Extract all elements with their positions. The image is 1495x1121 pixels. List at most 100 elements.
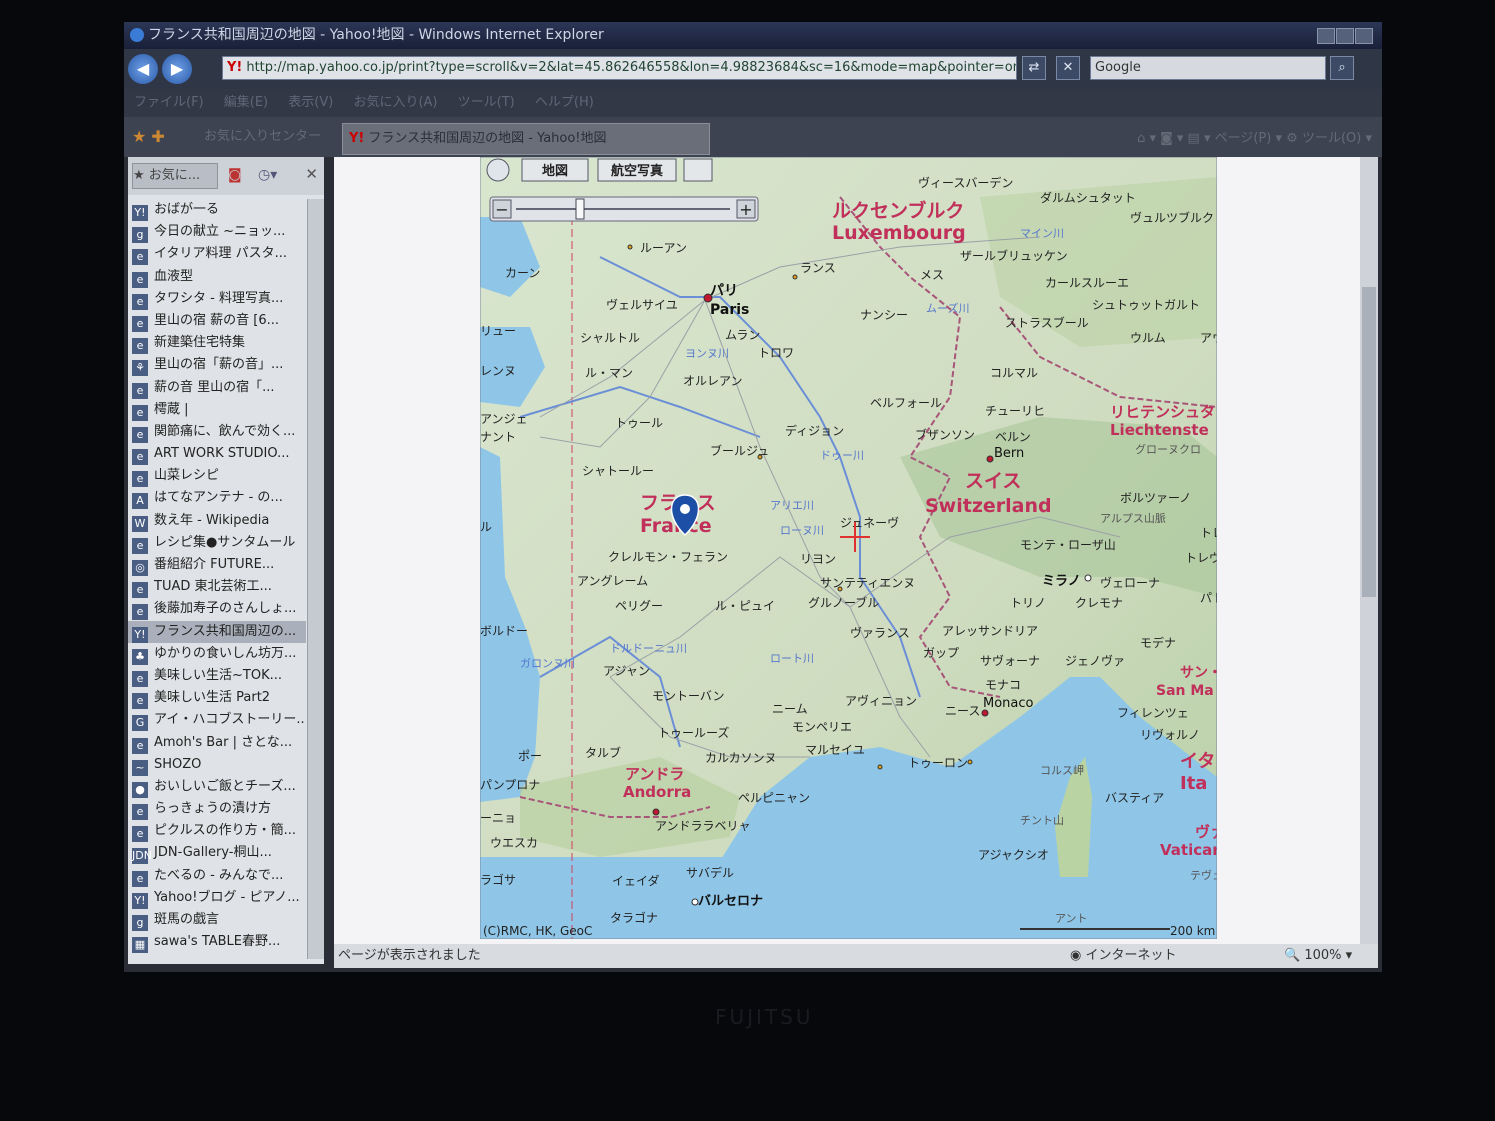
favorites-sidebar: ★ お気に... ◙ ◷▾ ✕ Y! おばが一る g 今日の献立 ~ニョッ... e イタ… [128, 157, 324, 964]
search-input[interactable]: Google [1090, 56, 1326, 80]
sidebar-title: お気に... [148, 168, 201, 183]
favorite-icon: Y! [132, 892, 148, 909]
favorite-item[interactable]: Y! Yahoo!ブログ - ピアノ... [128, 887, 306, 909]
search-icon[interactable]: ⌕ [1330, 56, 1354, 80]
favorite-item[interactable]: ♣ ゆかりの食いしん坊万... [128, 643, 306, 665]
ie-icon [130, 28, 144, 42]
favorite-item[interactable]: e 薪の音 里山の宿「... [128, 377, 306, 399]
map-label: Paris [710, 302, 749, 318]
favorite-item[interactable]: ● おいしいご飯とチーズ... [128, 776, 306, 798]
close-icon[interactable]: ✕ [305, 165, 318, 183]
feeds-icon[interactable]: ◙ [228, 167, 242, 183]
favorite-item[interactable]: Y! フランス共和国周辺の... [128, 620, 306, 643]
favorite-icon: e [132, 293, 148, 310]
favorite-item[interactable]: e イタリア料理 パスタ... [128, 243, 306, 266]
favorite-item[interactable]: e 山菜レシピ [128, 465, 306, 488]
map-label: Liechtenste [1110, 421, 1209, 439]
favorite-item[interactable]: e らっきょうの漬け方 [128, 798, 306, 821]
favorite-item[interactable]: e 関節痛に、飲んで効く... [128, 421, 306, 443]
favorite-item[interactable]: g 斑馬の戯言 [128, 909, 306, 931]
menu-help[interactable]: ヘルプ(H) [535, 95, 594, 110]
map-view[interactable]: ヴィースバーデンダルムシュタットヴュルツブルク ルクセンブルクLuxembourg… [480, 157, 1217, 939]
maximize-button[interactable] [1336, 28, 1354, 44]
map-label: ローヌ川 [780, 524, 824, 537]
favorite-item[interactable]: e 新建築住宅特集 [128, 332, 306, 355]
map-label: (C)RMC, HK, GeoC [483, 924, 592, 938]
favorites-dropdown[interactable]: ★ お気に... [132, 163, 218, 189]
favorite-item[interactable]: e たべるの - みんなで... [128, 865, 306, 887]
map-label: トレ [1200, 526, 1217, 540]
favorite-item[interactable]: e ピクルスの作り方・簡... [128, 820, 306, 843]
scroll-thumb[interactable] [1362, 287, 1376, 597]
favorite-item[interactable]: e 血液型 [128, 266, 306, 288]
favorite-label: 山菜レシピ [154, 468, 220, 484]
map-label: サヴォーナ [980, 653, 1040, 668]
globe-icon: ◉ インターネット [1070, 948, 1177, 963]
favorite-item[interactable]: e ART WORK STUDIO... [128, 443, 306, 466]
window-title: フランス共和国周辺の地図 - Yahoo!地図 - Windows Intern… [148, 27, 604, 43]
favorite-item[interactable]: G アイ・ハコブストーリー... [128, 709, 306, 732]
favorite-item[interactable]: W 数え年 - Wikipedia [128, 510, 306, 532]
map-label: スイス [965, 470, 1021, 492]
favorite-item[interactable]: e 後藤加寿子のさんしょ... [128, 598, 306, 621]
pan-control[interactable] [486, 158, 510, 182]
map-label: Monaco [983, 696, 1034, 711]
favorite-icon: e [132, 404, 148, 421]
refresh-button[interactable]: ⇄ [1022, 56, 1046, 80]
map-label: サン・ [1180, 665, 1217, 681]
address-input[interactable]: Y! http://map.yahoo.co.jp/print?type=scro… [222, 56, 1017, 80]
menu-file[interactable]: ファイル(F) [134, 95, 204, 110]
close-button[interactable] [1355, 28, 1373, 44]
favorite-item[interactable]: e 里山の宿 薪の音 [6... [128, 310, 306, 332]
menu-view[interactable]: 表示(V) [288, 95, 333, 110]
zoom-control[interactable]: 🔍 100% ▾ [1284, 944, 1352, 968]
history-icon[interactable]: ◷▾ [258, 167, 277, 183]
favorite-label: TUAD 東北芸術工... [154, 579, 272, 595]
map-label: モンペリエ [792, 720, 852, 734]
favorite-item[interactable]: e 樗蔵 | [128, 399, 306, 421]
favorite-item[interactable]: e 美味しい生活 Part2 [128, 687, 306, 710]
favorite-item[interactable]: A はてなアンテナ - の... [128, 487, 306, 510]
menu-edit[interactable]: 編集(E) [224, 95, 268, 110]
favorites-star-icon[interactable]: ★ ✚ [132, 127, 165, 146]
favorite-item[interactable]: e レシピ集●サンタムール [128, 532, 306, 554]
favorite-item[interactable]: ~ SHOZO [128, 754, 306, 776]
favorites-center-button[interactable]: お気に入りセンター [204, 125, 321, 144]
favorite-item[interactable]: e 美味しい生活~TOK... [128, 665, 306, 687]
monitor-screen: フランス共和国周辺の地図 - Yahoo!地図 - Windows Intern… [124, 22, 1382, 972]
back-button[interactable]: ◀ [128, 54, 158, 84]
map-label: タルブ [585, 745, 621, 760]
favorite-item[interactable]: ◎ 番組紹介 FUTURE... [128, 554, 306, 576]
page-menu[interactable]: ページ(P) [1215, 131, 1272, 146]
map-label: ヴュルツブルク [1130, 210, 1214, 225]
favorite-item[interactable]: JDN JDN-Gallery-桐山... [128, 842, 306, 865]
page-scrollbar[interactable] [1360, 157, 1378, 944]
map-label: ヴェルサイユ [606, 297, 678, 312]
zoom-slider[interactable]: − + [489, 196, 759, 222]
favorite-icon: ♣ [132, 648, 148, 665]
favorite-item[interactable]: Y! おばが一る [128, 199, 306, 221]
sidebar-scrollbar[interactable] [307, 199, 324, 959]
stop-button[interactable]: ✕ [1056, 56, 1080, 80]
favorite-icon: G [132, 715, 148, 732]
yahoo-favicon: Y! [349, 131, 365, 146]
map-label: ナンシー [860, 308, 908, 322]
favorite-item[interactable]: e TUAD 東北芸術工... [128, 576, 306, 599]
fullscreen-icon[interactable] [683, 158, 713, 182]
address-url: http://map.yahoo.co.jp/print?type=scroll… [246, 60, 1017, 75]
forward-button[interactable]: ▶ [162, 54, 192, 84]
map-label: ル・ピュイ [715, 599, 775, 613]
minimize-button[interactable] [1317, 28, 1335, 44]
tab-active[interactable]: Y! フランス共和国周辺の地図 - Yahoo!地図 [342, 123, 710, 155]
favorite-item[interactable]: ⚘ 里山の宿「薪の音」... [128, 354, 306, 377]
zoom-thumb[interactable] [575, 198, 585, 220]
tools-menu[interactable]: ツール(O) [1302, 131, 1361, 146]
map-label: トゥールーズ [658, 725, 729, 740]
favorite-item[interactable]: g 今日の献立 ~ニョッ... [128, 221, 306, 244]
favorite-label: 里山の宿 薪の音 [6... [154, 312, 280, 328]
favorite-item[interactable]: e Amoh's Bar | さとな... [128, 732, 306, 754]
menu-favorites[interactable]: お気に入り(A) [353, 95, 437, 110]
favorite-item[interactable]: e タワシタ - 料理写真... [128, 288, 306, 310]
menu-tools[interactable]: ツール(T) [458, 95, 515, 110]
favorite-item[interactable]: ▦ sawa's TABLE春野... [128, 931, 306, 954]
